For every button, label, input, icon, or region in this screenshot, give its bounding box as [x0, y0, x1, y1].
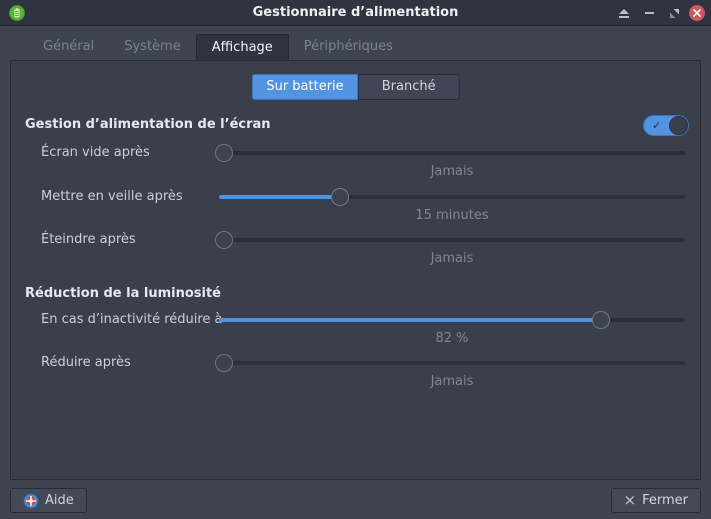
- slider-handle[interactable]: [331, 188, 349, 206]
- slider-value: 82 %: [219, 330, 685, 347]
- blank-after-row: Écran vide après Jamais: [11, 144, 700, 181]
- maximize-button[interactable]: [663, 0, 685, 26]
- tab-bar: Général Système Affichage Périphériques: [0, 27, 711, 60]
- slider-track: [219, 318, 685, 322]
- row-label: Écran vide après: [41, 144, 150, 162]
- on-battery-toggle-button[interactable]: Sur batterie: [251, 74, 357, 100]
- close-icon: [689, 5, 705, 21]
- slider-value: 15 minutes: [219, 207, 685, 224]
- section-title-display-power: Gestion d’alimentation de l’écran: [25, 116, 271, 134]
- help-button[interactable]: Aide: [10, 488, 87, 513]
- power-mode-toggle: Sur batterie Branché: [251, 74, 459, 100]
- sleep-after-row: Mettre en veille après 15 minutes: [11, 188, 700, 225]
- eject-icon: [619, 9, 629, 18]
- shade-button[interactable]: [613, 0, 635, 26]
- slider-handle[interactable]: [592, 311, 610, 329]
- close-button-label: Fermer: [642, 493, 688, 508]
- slider-track: [219, 195, 685, 199]
- window-title: Gestionnaire d’alimentation: [0, 0, 711, 26]
- slider-handle[interactable]: [215, 354, 233, 372]
- maximize-restore-icon: [670, 9, 679, 18]
- action-bar: Aide × Fermer: [0, 480, 711, 519]
- slider-value: Jamais: [219, 250, 685, 267]
- tab-peripheriques[interactable]: Périphériques: [289, 34, 408, 60]
- slider-fill: [219, 318, 601, 322]
- slider-handle[interactable]: [215, 231, 233, 249]
- slider-track: [219, 238, 685, 242]
- display-power-switch[interactable]: ✓: [643, 115, 689, 136]
- slider-track: [219, 361, 685, 365]
- help-lifebuoy-icon: [23, 493, 39, 509]
- slider-track: [219, 151, 685, 155]
- sleep-after-slider[interactable]: [219, 188, 685, 206]
- dim-after-row: Réduire après Jamais: [11, 354, 700, 391]
- slider-fill: [219, 195, 340, 199]
- row-label: En cas d’inactivité réduire à: [41, 311, 223, 329]
- minimize-icon: [645, 12, 654, 14]
- row-label: Réduire après: [41, 354, 131, 372]
- slider-handle[interactable]: [215, 144, 233, 162]
- switch-off-after-row: Éteindre après Jamais: [11, 231, 700, 268]
- help-button-label: Aide: [45, 493, 74, 508]
- close-button[interactable]: [686, 0, 708, 26]
- tab-general[interactable]: Général: [28, 34, 109, 60]
- slider-value: Jamais: [219, 373, 685, 390]
- switch-off-after-slider[interactable]: [219, 231, 685, 249]
- power-manager-window: Gestionnaire d’alimentation Général Syst…: [0, 0, 711, 519]
- display-settings-panel: Sur batterie Branché Gestion d’alimentat…: [10, 60, 701, 480]
- dim-after-slider[interactable]: [219, 354, 685, 372]
- dim-level-row: En cas d’inactivité réduire à 82 %: [11, 311, 700, 348]
- slider-value: Jamais: [219, 163, 685, 180]
- dim-level-slider[interactable]: [219, 311, 685, 329]
- tab-systeme[interactable]: Système: [109, 34, 195, 60]
- row-label: Éteindre après: [41, 231, 136, 249]
- titlebar: Gestionnaire d’alimentation: [0, 0, 711, 26]
- row-label: Mettre en veille après: [41, 188, 183, 206]
- check-icon: ✓: [652, 116, 661, 135]
- close-dialog-button[interactable]: × Fermer: [611, 488, 701, 513]
- switch-knob[interactable]: [669, 116, 688, 135]
- blank-after-slider[interactable]: [219, 144, 685, 162]
- plugged-in-toggle-button[interactable]: Branché: [358, 74, 460, 100]
- close-x-icon: ×: [624, 493, 637, 508]
- section-title-brightness-reduction: Réduction de la luminosité: [25, 285, 221, 303]
- tab-affichage[interactable]: Affichage: [196, 34, 289, 60]
- minimize-button[interactable]: [638, 0, 660, 26]
